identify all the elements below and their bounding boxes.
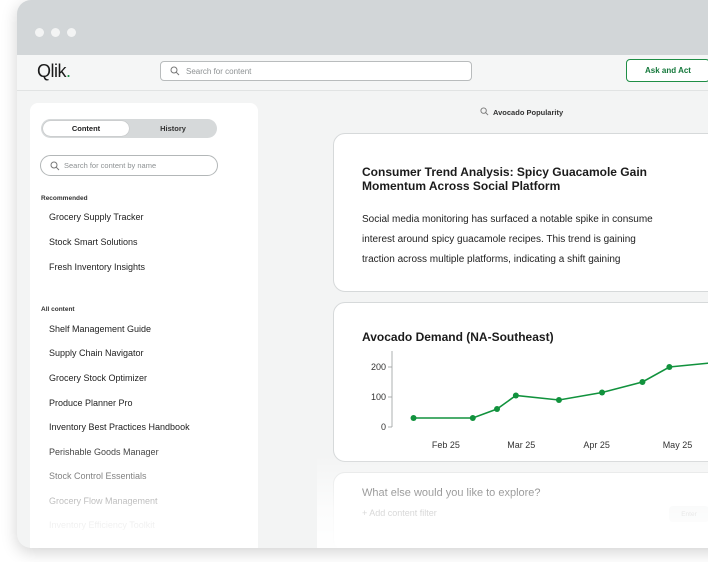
window-maximize-dot[interactable] [67,28,76,37]
window-minimize-dot[interactable] [51,28,60,37]
explore-question[interactable]: What else would you like to explore? [362,487,541,499]
sidebar-item-grocery-stock-optimizer[interactable]: Grocery Stock Optimizer [49,373,147,383]
sidebar-item-stock-control-essentials[interactable]: Stock Control Essentials [49,471,147,481]
window-close-dot[interactable] [35,28,44,37]
sidebar-tabs: Content History [41,119,217,138]
insight-line: traction across multiple platforms, indi… [362,254,621,265]
qlik-logo[interactable]: Qlik. [37,61,71,82]
data-point [666,364,673,370]
recommended-label: Recommended [41,195,88,202]
avocado-demand-chart: 0 100 200 Feb 25 Mar 25 Apr 25 May 25 [371,351,708,450]
global-search[interactable] [160,61,472,81]
sidebar-item-grocery-supply-tracker[interactable]: Grocery Supply Tracker [49,212,144,222]
x-tick-label: Feb 25 [432,440,460,450]
sidebar-item-shelf-management-guide[interactable]: Shelf Management Guide [49,324,151,334]
data-point [599,389,606,396]
data-point [555,397,562,403]
sidebar-item-grocery-flow-management[interactable]: Grocery Flow Management [49,496,158,506]
all-content-label: All content [41,306,75,313]
sidebar-item-produce-planner-pro[interactable]: Produce Planner Pro [49,398,133,408]
app-window: Qlik. Ask and Act Content History Recomm… [17,0,708,548]
sidebar-item-fresh-inventory-insights[interactable]: Fresh Inventory Insights [49,262,145,272]
y-tick-label: 200 [371,362,386,372]
data-point [410,415,417,421]
y-tick-label: 100 [371,392,386,402]
content-search[interactable] [40,155,218,176]
content-search-input[interactable] [64,159,212,172]
sidebar-item-perishable-goods-manager[interactable]: Perishable Goods Manager [49,447,159,457]
sidebar: Content History Recommended Grocery Supp… [30,103,258,548]
ask-and-act-button[interactable]: Ask and Act [626,59,708,82]
x-tick-label: May 25 [663,440,693,450]
search-icon [480,107,489,116]
x-tick-label: Apr 25 [583,440,610,450]
data-point [639,379,646,385]
tab-history[interactable]: History [130,121,216,136]
logo-dot: . [66,61,71,81]
sidebar-item-inventory-efficiency-toolkit[interactable]: Inventory Efficiency Toolkit [49,520,155,530]
add-content-filter[interactable]: + Add content filter [362,508,437,518]
enter-button[interactable]: Enter [669,506,708,522]
chart-card[interactable]: Avocado Demand (NA-Southeast) 0 100 200 Feb… [333,302,708,462]
explore-panel: What else would you like to explore? + A… [333,472,708,548]
app-header: Qlik. Ask and Act [17,55,708,91]
logo-text: Qlik [37,61,67,81]
sidebar-item-supply-chain-navigator[interactable]: Supply Chain Navigator [49,348,144,358]
sidebar-item-stock-smart-solutions[interactable]: Stock Smart Solutions [49,237,138,247]
insight-line: Social media monitoring has surfaced a n… [362,214,653,225]
window-titlebar [17,0,708,55]
data-point [494,406,501,412]
insight-card[interactable]: Consumer Trend Analysis: Spicy Guacamole… [333,133,708,292]
tab-content[interactable]: Content [43,121,129,136]
query-heading: Avocado Popularity [480,106,563,117]
search-icon [50,161,60,171]
series-line [413,362,708,419]
y-tick-label: 0 [381,422,386,432]
global-search-input[interactable] [186,64,466,78]
search-icon [170,66,180,76]
x-tick-label: Mar 25 [507,440,535,450]
data-point [469,415,476,421]
data-point [512,392,519,399]
insight-line: interest around spicy guacamole recipes.… [362,234,636,245]
query-text: Avocado Popularity [493,108,564,117]
insight-title: Consumer Trend Analysis: Spicy Guacamole… [362,165,647,193]
insight-body: Social media monitoring has surfaced a n… [362,210,708,270]
sidebar-item-inventory-best-practices[interactable]: Inventory Best Practices Handbook [49,422,190,432]
